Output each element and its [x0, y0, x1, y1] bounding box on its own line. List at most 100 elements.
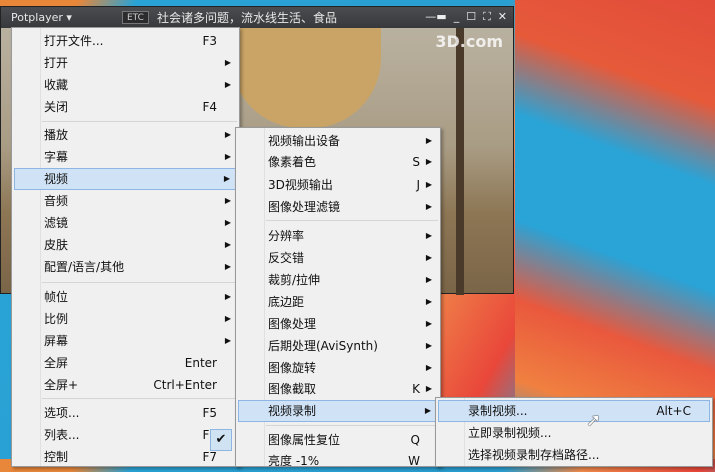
menu-item[interactable]: 配置/语言/其他 ▶	[14, 256, 237, 278]
menu-item-label: 全屏+	[44, 378, 79, 392]
submenu-arrow-icon: ▶	[224, 130, 231, 139]
menu-item[interactable]: 全屏+ Ctrl+Enter	[14, 374, 237, 396]
menu-item-label: 后期处理(AviSynth)	[268, 339, 378, 353]
menu-item[interactable]: 像素着色 S ▶	[238, 151, 438, 173]
menu-item[interactable]: 反交错 ▶	[238, 247, 438, 269]
desktop-wallpaper	[515, 0, 715, 459]
menu-item[interactable]: 皮肤 ▶	[14, 234, 237, 256]
video-frame-pole	[456, 28, 464, 295]
menu-item-label: 图像属性复位	[268, 433, 341, 447]
menu-item-label: 音频	[44, 194, 69, 208]
menu-item-label: 立即录制视频...	[468, 426, 552, 440]
submenu-arrow-icon: ▶	[224, 218, 231, 227]
menu-item-label: 图像旋转	[268, 361, 317, 375]
menu-item[interactable]: 录制视频... Alt+C	[438, 400, 710, 422]
menu-item-shortcut: F4	[202, 100, 217, 114]
main-context-menu: 打开文件... F3 打开 ▶ 收藏 ▶ 关闭 F4 播放 ▶ 字幕 ▶ 视频 ▶ 音频 ▶ 滤镜 ▶ 皮肤 ▶ 配置/…	[11, 27, 240, 467]
menu-item[interactable]: 3D视频输出 J ▶	[238, 174, 438, 196]
close-icon[interactable]: ✕	[498, 10, 507, 24]
menu-item-label: 控制	[44, 450, 69, 464]
minimize-icon[interactable]: _	[454, 10, 460, 24]
menu-item-shortcut: Alt+C	[656, 404, 691, 418]
menu-item[interactable]: 打开文件... F3	[14, 30, 237, 52]
menu-item-label: 列表...	[44, 428, 80, 442]
menu-item[interactable]: 图像处理滤镜 ▶	[238, 196, 438, 218]
menu-item[interactable]: 亮度 -1% W	[238, 450, 438, 472]
menu-item[interactable]: 底边距 ▶	[238, 291, 438, 313]
menu-item-label: 比例	[44, 312, 69, 326]
menu-item-label: 图像截取	[268, 382, 317, 396]
menu-item[interactable]: 视频输出设备 ▶	[238, 130, 438, 152]
menu-item-label: 分辨率	[268, 229, 305, 243]
video-submenu: 视频输出设备 ▶ 像素着色 S ▶ 3D视频输出 J ▶ 图像处理滤镜 ▶ 分辨率 ▶ 反交错 ▶ 裁剪/拉…	[210, 127, 441, 468]
submenu-arrow-icon: ▶	[224, 196, 231, 205]
menu-item-shortcut: F3	[202, 34, 217, 48]
submenu-arrow-icon: ▶	[425, 319, 432, 328]
menu-item-label: 打开文件...	[44, 34, 104, 48]
menu-separator	[42, 121, 237, 122]
menu-item-label: 图像处理滤镜	[268, 200, 341, 214]
menu-item-shortcut: S	[412, 155, 420, 169]
submenu-arrow-icon: ▶	[425, 384, 432, 393]
menu-item-label: 视频	[44, 172, 69, 186]
menu-item[interactable]: 后期处理(AviSynth) ▶	[238, 335, 438, 357]
menu-item[interactable]: 音频 ▶	[14, 190, 237, 212]
menu-item-label: 像素着色	[268, 155, 317, 169]
menu-item[interactable]: 收藏 ▶	[14, 74, 237, 96]
menu-item-label: 关闭	[44, 100, 69, 114]
menu-item-shortcut: Ctrl+Enter	[153, 378, 217, 392]
submenu-arrow-icon: ▶	[425, 341, 432, 350]
menu-item-label: 选项...	[44, 406, 80, 420]
submenu-arrow-icon: ▶	[224, 58, 231, 67]
video-frame-scarecrow	[231, 28, 381, 128]
menu-item[interactable]: 屏幕 ▶	[14, 330, 237, 352]
menu-item[interactable]: 分辨率 ▶	[238, 225, 438, 247]
menu-item[interactable]: 滤镜 ▶	[14, 212, 237, 234]
menu-item-label: 3D视频输出	[268, 178, 333, 192]
submenu-arrow-icon: ▶	[224, 336, 231, 345]
menu-item-label: 皮肤	[44, 238, 69, 252]
menu-item[interactable]: 全屏 Enter	[14, 352, 237, 374]
menu-item[interactable]: 比例 ▶	[14, 308, 237, 330]
menu-item-label: 配置/语言/其他	[44, 260, 125, 274]
menu-item[interactable]: 选择视频录制存档路径...	[438, 444, 710, 466]
menu-item[interactable]: 立即录制视频...	[438, 422, 710, 444]
submenu-arrow-icon: ▶	[425, 157, 432, 166]
menu-item-label: 视频录制	[268, 404, 317, 418]
menu-item-label: 收藏	[44, 78, 69, 92]
submenu-arrow-icon: ▶	[425, 253, 432, 262]
menu-item[interactable]: 图像截取 K ▶	[238, 378, 438, 400]
menu-item[interactable]: 图像处理 ▶	[238, 313, 438, 335]
menu-item[interactable]: 图像旋转 ▶	[238, 357, 438, 379]
menu-item[interactable]: 裁剪/拉伸 ▶	[238, 269, 438, 291]
potplayer-menu-button[interactable]: Potplayer ▾	[11, 11, 72, 24]
title-bar[interactable]: Potplayer ▾ ETC 社会诸多问题，流水线生活、食品 —▬ _ ☐ ⛶…	[1, 7, 513, 28]
menu-item-shortcut: W	[408, 454, 420, 468]
menu-item-label: 全屏	[44, 356, 69, 370]
menu-item[interactable]: 列表...F6	[14, 424, 237, 446]
menu-item[interactable]: 视频录制 ▶	[238, 400, 438, 422]
menu-item[interactable]: 选项... F5	[14, 402, 237, 424]
menu-item[interactable]: 字幕 ▶	[14, 146, 237, 168]
menu-item-label: 反交错	[268, 251, 305, 265]
menu-item-label: 选择视频录制存档路径...	[468, 448, 600, 462]
menu-item-label: 帧位	[44, 290, 69, 304]
menu-item[interactable]: 视频 ▶	[14, 168, 237, 190]
menu-item[interactable]: 播放 ▶	[14, 124, 237, 146]
watermark-logo: 3D.com	[435, 32, 503, 51]
submenu-arrow-icon: ▶	[425, 297, 432, 306]
fullscreen-icon[interactable]: ⛶	[483, 10, 491, 24]
menu-item[interactable]: 帧位 ▶	[14, 286, 237, 308]
menu-item[interactable]: 关闭 F4	[14, 96, 237, 118]
submenu-arrow-icon: ▶	[224, 80, 231, 89]
etc-button[interactable]: ETC	[122, 11, 149, 24]
menu-item[interactable]: 打开 ▶	[14, 52, 237, 74]
menu-item[interactable]: 图像属性复位 Q ✔	[210, 429, 438, 451]
maximize-icon[interactable]: ☐	[466, 10, 476, 24]
video-record-submenu: 录制视频... Alt+C 立即录制视频... 选择视频录制存档路径...	[435, 397, 713, 467]
menu-item-label: 字幕	[44, 150, 69, 164]
submenu-arrow-icon: ▶	[224, 240, 231, 249]
opacity-slider[interactable]: —▬	[425, 10, 446, 24]
menu-item[interactable]: 控制 F7	[14, 446, 237, 468]
submenu-arrow-icon: ▶	[425, 180, 432, 189]
